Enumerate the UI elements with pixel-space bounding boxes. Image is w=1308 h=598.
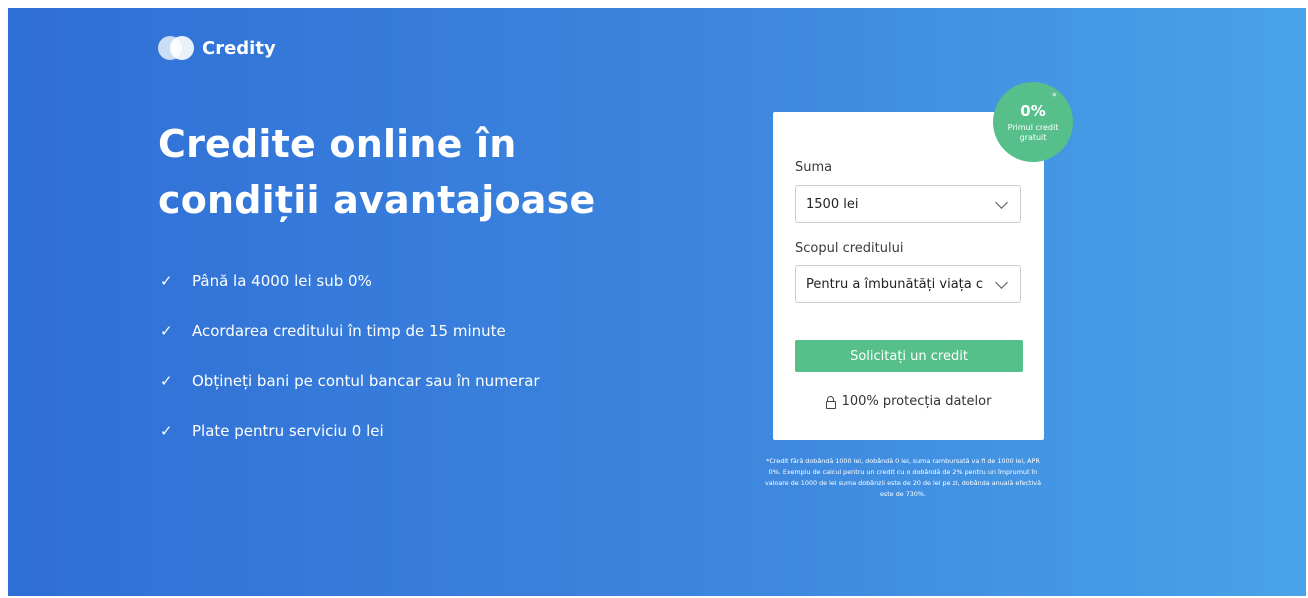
hero-section: Credity Credite online în condiții avant… [8,8,1306,596]
feature-item: ✓ Acordarea creditului în timp de 15 min… [160,306,540,356]
purpose-label: Scopul creditului [795,241,904,256]
protection-text: 100% protecția datelor [841,394,992,409]
amount-select[interactable]: 1500 lei [795,185,1021,223]
check-icon: ✓ [160,422,173,440]
check-icon: ✓ [160,322,173,340]
disclaimer-text: *Credit fără dobândă 1000 lei, dobândă 0… [765,457,1041,498]
headline-line-2: condiții avantajoase [158,178,596,222]
credit-form-card: Suma 1500 lei Scopul creditului Pentru a… [773,112,1044,440]
check-icon: ✓ [160,272,173,290]
amount-value: 1500 lei [806,196,859,212]
chevron-down-icon [995,275,1008,289]
feature-list: ✓ Până la 4000 lei sub 0% ✓ Acordarea cr… [160,256,540,456]
feature-text: Obțineți bani pe contul bancar sau în nu… [192,372,540,390]
feature-item: ✓ Până la 4000 lei sub 0% [160,256,540,306]
headline-line-1: Credite online în [158,122,517,166]
purpose-select[interactable]: Pentru a îmbunătăți viața c [795,265,1021,303]
feature-item: ✓ Obțineți bani pe contul bancar sau în … [160,356,540,406]
feature-text: Plate pentru serviciu 0 lei [192,422,384,440]
feature-text: Până la 4000 lei sub 0% [192,272,372,290]
badge-asterisk: * [1052,92,1057,102]
page-title: Credite online în condiții avantajoase [158,116,678,228]
chevron-down-icon [995,195,1008,209]
credity-logo-icon [158,36,194,60]
data-protection-note: 100% protecția datelor [773,394,1044,409]
amount-label: Suma [795,160,833,175]
check-icon: ✓ [160,372,173,390]
badge-rate: 0% [1020,102,1046,120]
badge-text: Primul credit gratuit [1007,123,1059,142]
apply-credit-button[interactable]: Solicitați un credit [795,340,1023,372]
promo-badge: 0% * Primul credit gratuit [993,82,1073,162]
lock-icon [825,395,836,409]
brand-logo[interactable]: Credity [158,36,276,60]
feature-text: Acordarea creditului în timp de 15 minut… [192,322,506,340]
feature-item: ✓ Plate pentru serviciu 0 lei [160,406,540,456]
brand-name: Credity [202,37,276,59]
purpose-value: Pentru a îmbunătăți viața c [806,276,984,292]
